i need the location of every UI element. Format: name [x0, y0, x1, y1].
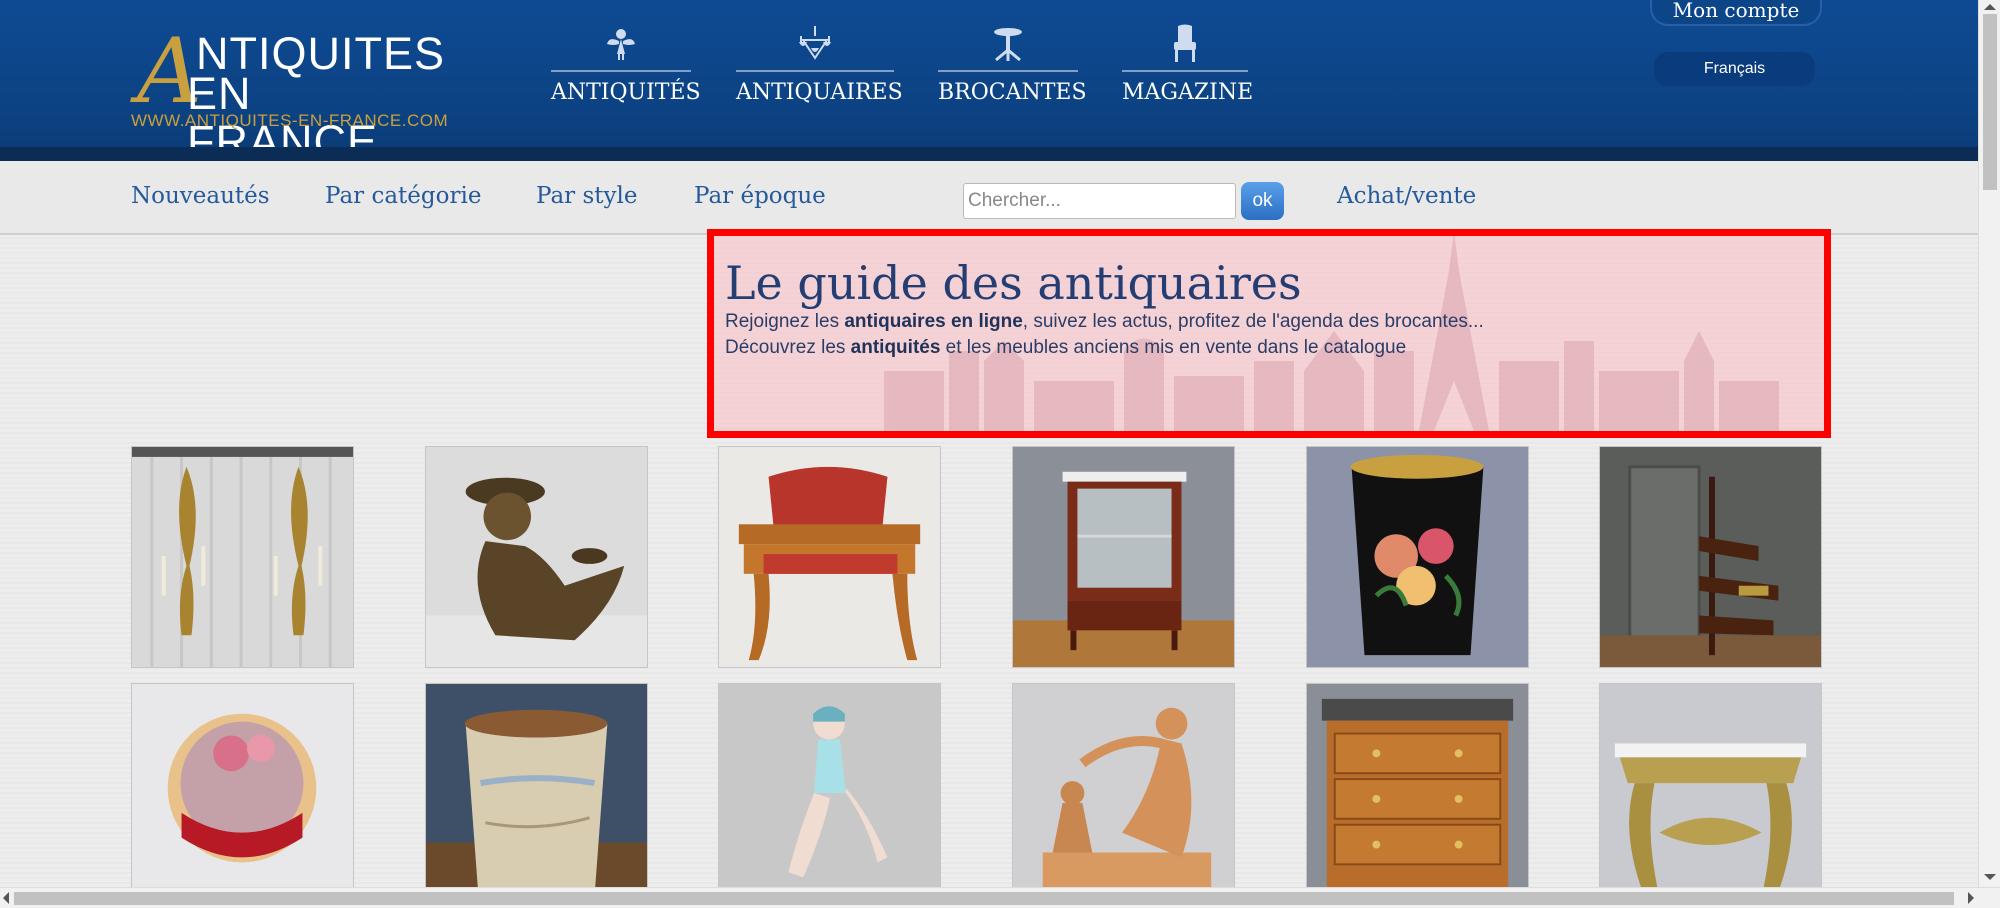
product-image [1307, 447, 1528, 667]
nav-label: ANTIQUAIRES [736, 80, 903, 105]
subnav-par-categorie[interactable]: Par catégorie [325, 183, 481, 209]
product-image [132, 447, 353, 667]
subnav-par-style[interactable]: Par style [536, 183, 637, 209]
nav-brocantes[interactable]: BROCANTES [938, 20, 1087, 110]
product-image [426, 447, 647, 667]
logo-url: WWW.ANTIQUITES-EN-FRANCE.COM [131, 111, 449, 130]
nav-label: MAGAZINE [1122, 80, 1254, 105]
product-image [426, 684, 647, 887]
product-map-wastebasket[interactable] [425, 683, 648, 887]
hero-banner: Le guide des antiquaires Rejoignez les a… [707, 229, 1831, 438]
hero-link-antiquaires-en-ligne[interactable]: antiquaires en ligne [844, 311, 1022, 332]
search-button[interactable]: ok [1241, 182, 1284, 220]
subnav-achat-vente[interactable]: Achat/vente [1337, 183, 1476, 209]
hero-text: Rejoignez les [725, 311, 845, 332]
product-bronze-child-statue[interactable] [425, 446, 648, 668]
product-image [719, 447, 940, 667]
product-bather-figurine[interactable] [718, 683, 941, 887]
product-image [1013, 684, 1234, 887]
vertical-scroll-thumb[interactable] [1983, 14, 1997, 190]
cherub-icon [607, 29, 635, 60]
product-enamel-box[interactable] [131, 683, 354, 887]
hero-text: , suivez les actus, profitez de l'agenda… [1022, 311, 1484, 332]
product-image [132, 684, 353, 887]
hero-text-line-1: Rejoignez les antiquaires en ligne, suiv… [725, 311, 1484, 333]
nav-magazine[interactable]: MAGAZINE [1122, 20, 1254, 110]
pedestal-table-icon [994, 28, 1022, 62]
account-button[interactable]: Mon compte [1650, 0, 1822, 26]
language-selector[interactable]: Français [1654, 52, 1815, 86]
product-terracotta-sculpture[interactable] [1012, 683, 1235, 887]
nav-label: ANTIQUITÉS [551, 80, 701, 105]
product-gilded-wall-sconces[interactable] [131, 446, 354, 668]
product-library-steps[interactable] [1599, 446, 1822, 668]
product-display-cabinet[interactable] [1012, 446, 1235, 668]
scroll-down-arrow-icon[interactable] [1984, 874, 1996, 880]
hero-link-antiquites[interactable]: antiquités [851, 337, 941, 358]
nav-label: BROCANTES [938, 80, 1087, 105]
nav-divider [736, 70, 894, 72]
page: A NTIQUITES EN FRANCE WWW.ANTIQUITES-EN-… [0, 0, 1978, 887]
scroll-left-arrow-icon[interactable] [3, 892, 9, 904]
product-writing-desk[interactable] [718, 446, 941, 668]
subnav-par-epoque[interactable]: Par époque [694, 183, 826, 209]
scroll-up-arrow-icon[interactable] [1984, 4, 1996, 10]
scroll-right-arrow-icon[interactable] [1968, 892, 1974, 904]
sub-nav: Nouveautés Par catégorie Par style Par é… [0, 161, 1978, 235]
product-painted-wastebasket[interactable] [1306, 446, 1529, 668]
product-image [719, 684, 940, 887]
nav-divider [551, 70, 691, 72]
nav-antiquites[interactable]: ANTIQUITÉS [551, 20, 701, 110]
horizontal-scrollbar[interactable] [0, 887, 2000, 908]
product-image [1600, 447, 1821, 667]
vertical-scrollbar[interactable] [1978, 0, 2000, 887]
nav-divider [938, 70, 1078, 72]
product-image [1600, 684, 1821, 887]
nav-divider [1122, 70, 1248, 72]
product-gilded-console[interactable] [1599, 683, 1822, 887]
subnav-nouveautes[interactable]: Nouveautés [131, 183, 270, 209]
nav-antiquaires[interactable]: ANTIQUAIRES [736, 20, 903, 110]
hero-text: et les meubles anciens mis en vente dans… [940, 337, 1407, 358]
product-image [1013, 447, 1234, 667]
product-chest-of-drawers[interactable] [1306, 683, 1529, 887]
hero-title: Le guide des antiquaires [725, 256, 1302, 310]
horizontal-scroll-thumb[interactable] [14, 892, 1954, 905]
armchair-icon [1174, 24, 1196, 62]
chandelier-icon [799, 26, 831, 60]
search-input[interactable] [963, 183, 1236, 219]
product-image [1307, 684, 1528, 887]
site-logo[interactable]: A NTIQUITES EN FRANCE WWW.ANTIQUITES-EN-… [131, 26, 448, 166]
site-header: A NTIQUITES EN FRANCE WWW.ANTIQUITES-EN-… [0, 0, 1978, 166]
hero-text: Découvrez les [725, 337, 851, 358]
hero-text-line-2: Découvrez les antiquités et les meubles … [725, 337, 1406, 359]
